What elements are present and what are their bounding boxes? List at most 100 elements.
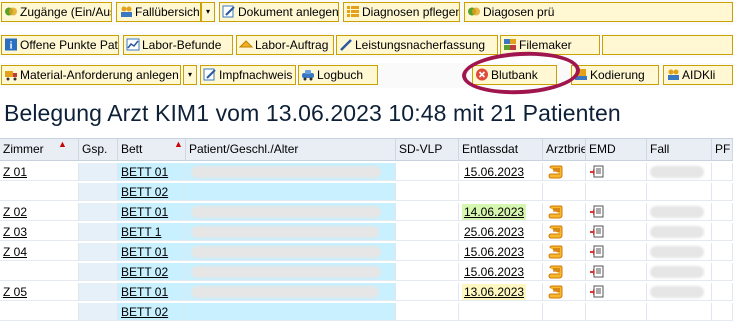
arztbrief-cell[interactable] [543,283,586,301]
entlassdat-cell[interactable]: 15.06.2023 [459,263,543,281]
scroll-icon[interactable] [548,285,564,300]
bett-cell[interactable]: BETT 01 [118,283,186,301]
entlassdat-cell[interactable]: 13.06.2023 [459,283,543,301]
emd-cell[interactable] [586,183,647,201]
dokument-anlegen-button[interactable]: Dokument anlegen [219,2,339,22]
patient-cell[interactable] [186,223,396,241]
emd-cell[interactable] [586,223,647,241]
arztbrief-cell[interactable] [543,203,586,221]
zugaenge-button[interactable]: Zugänge (Ein/Aus) [1,2,112,22]
arztbrief-cell[interactable] [543,303,586,321]
patient-cell[interactable] [186,203,396,221]
zimmer-cell[interactable]: Z 02 [0,203,79,221]
arztbrief-cell[interactable] [543,243,586,261]
bett-link[interactable]: BETT 02 [121,265,168,279]
table-row[interactable]: BETT 02 [0,183,733,201]
document-arrow-icon[interactable] [589,165,605,180]
document-arrow-icon[interactable] [589,225,605,240]
fallubersicht-dropdown[interactable]: ▾ [201,2,215,22]
emd-cell[interactable] [586,303,647,321]
entlassdat-cell[interactable]: 15.06.2023 [459,163,543,181]
labor-auftrag-button[interactable]: Labor-Auftrag [236,35,334,55]
patient-cell[interactable] [186,163,396,181]
emd-cell[interactable] [586,243,647,261]
zimmer-cell[interactable]: Z 05 [0,283,79,301]
entlassdat-cell[interactable] [459,183,543,201]
entlassdat-value[interactable]: 15.06.2023 [462,164,527,180]
aidkli-button[interactable]: AIDKli [663,65,733,85]
zimmer-cell[interactable] [0,303,79,321]
kodierung-button[interactable]: Kodierung [571,65,659,85]
entlassdat-value[interactable]: 15.06.2023 [462,244,527,260]
zimmer-cell[interactable]: Z 01 [0,163,79,181]
diagnosen-pruefen-button[interactable]: Diagosen prü [464,2,733,22]
labor-befunde-button[interactable]: Labor-Befunde [123,35,233,55]
entlassdat-cell[interactable]: 15.06.2023 [459,243,543,261]
patient-cell[interactable] [186,263,396,281]
toolbar-more-button[interactable] [602,35,733,55]
bett-link[interactable]: BETT 01 [121,205,168,219]
col-sd-vlp[interactable]: SD-VLP [396,139,459,160]
scroll-icon[interactable] [548,165,564,180]
zimmer-link[interactable]: Z 02 [3,205,27,219]
logbuch-button[interactable]: Logbuch [298,65,378,85]
bett-cell[interactable]: BETT 01 [118,203,186,221]
fall-cell[interactable] [647,263,712,281]
table-row[interactable]: BETT 02 [0,303,733,321]
zimmer-cell[interactable] [0,263,79,281]
document-arrow-icon[interactable] [589,205,605,220]
zimmer-cell[interactable] [0,183,79,201]
bett-cell[interactable]: BETT 02 [118,263,186,281]
scroll-icon[interactable] [548,225,564,240]
col-zimmer[interactable]: Zimmer ▲ [0,139,79,160]
table-row[interactable]: BETT 02 15.06.2023 [0,263,733,281]
table-row[interactable]: Z 02 BETT 01 14.06.2023 [0,203,733,221]
fall-cell[interactable] [647,183,712,201]
fallubersicht-button[interactable]: Fallübersicht [116,2,201,22]
zimmer-cell[interactable]: Z 04 [0,243,79,261]
table-row[interactable]: Z 01 BETT 01 15.06.2023 [0,163,733,181]
document-arrow-icon[interactable] [589,285,605,300]
entlassdat-value[interactable]: 13.06.2023 [462,284,527,300]
zimmer-link[interactable]: Z 03 [3,225,27,239]
col-bett[interactable]: Bett ▲ [118,139,186,160]
emd-cell[interactable] [586,163,647,181]
offene-punkte-button[interactable]: i Offene Punkte Pat. [1,35,119,55]
fall-cell[interactable] [647,303,712,321]
entlassdat-cell[interactable]: 25.06.2023 [459,223,543,241]
bett-link[interactable]: BETT 02 [121,185,168,199]
patient-cell[interactable] [186,303,396,321]
table-row[interactable]: Z 04 BETT 01 15.06.2023 [0,243,733,261]
bett-cell[interactable]: BETT 01 [118,243,186,261]
scroll-icon[interactable] [548,245,564,260]
patient-cell[interactable] [186,183,396,201]
entlassdat-cell[interactable]: 14.06.2023 [459,203,543,221]
entlassdat-cell[interactable] [459,303,543,321]
bett-link[interactable]: BETT 02 [121,305,168,319]
fall-cell[interactable] [647,203,712,221]
emd-cell[interactable] [586,263,647,281]
entlassdat-value[interactable]: 14.06.2023 [462,204,527,220]
material-anforderung-button[interactable]: Material-Anforderung anlegen [1,65,181,85]
scroll-icon[interactable] [548,205,564,220]
bett-link[interactable]: BETT 01 [121,285,168,299]
bett-cell[interactable]: BETT 02 [118,303,186,321]
entlassdat-value[interactable]: 15.06.2023 [462,264,527,280]
bett-cell[interactable]: BETT 1 [118,223,186,241]
table-row[interactable]: Z 03 BETT 1 25.06.2023 [0,223,733,241]
bett-link[interactable]: BETT 01 [121,165,168,179]
col-fall[interactable]: Fall [647,139,712,160]
fall-cell[interactable] [647,223,712,241]
bett-cell[interactable]: BETT 01 [118,163,186,181]
document-arrow-icon[interactable] [589,245,605,260]
col-pf[interactable]: PF [712,139,733,160]
material-dropdown[interactable]: ▾ [183,65,197,85]
document-arrow-icon[interactable] [589,265,605,280]
bett-link[interactable]: BETT 1 [121,225,161,239]
arztbrief-cell[interactable] [543,163,586,181]
fall-cell[interactable] [647,163,712,181]
patient-cell[interactable] [186,243,396,261]
bett-link[interactable]: BETT 01 [121,245,168,259]
zimmer-link[interactable]: Z 05 [3,285,27,299]
col-gsp[interactable]: Gsp. [79,139,118,160]
